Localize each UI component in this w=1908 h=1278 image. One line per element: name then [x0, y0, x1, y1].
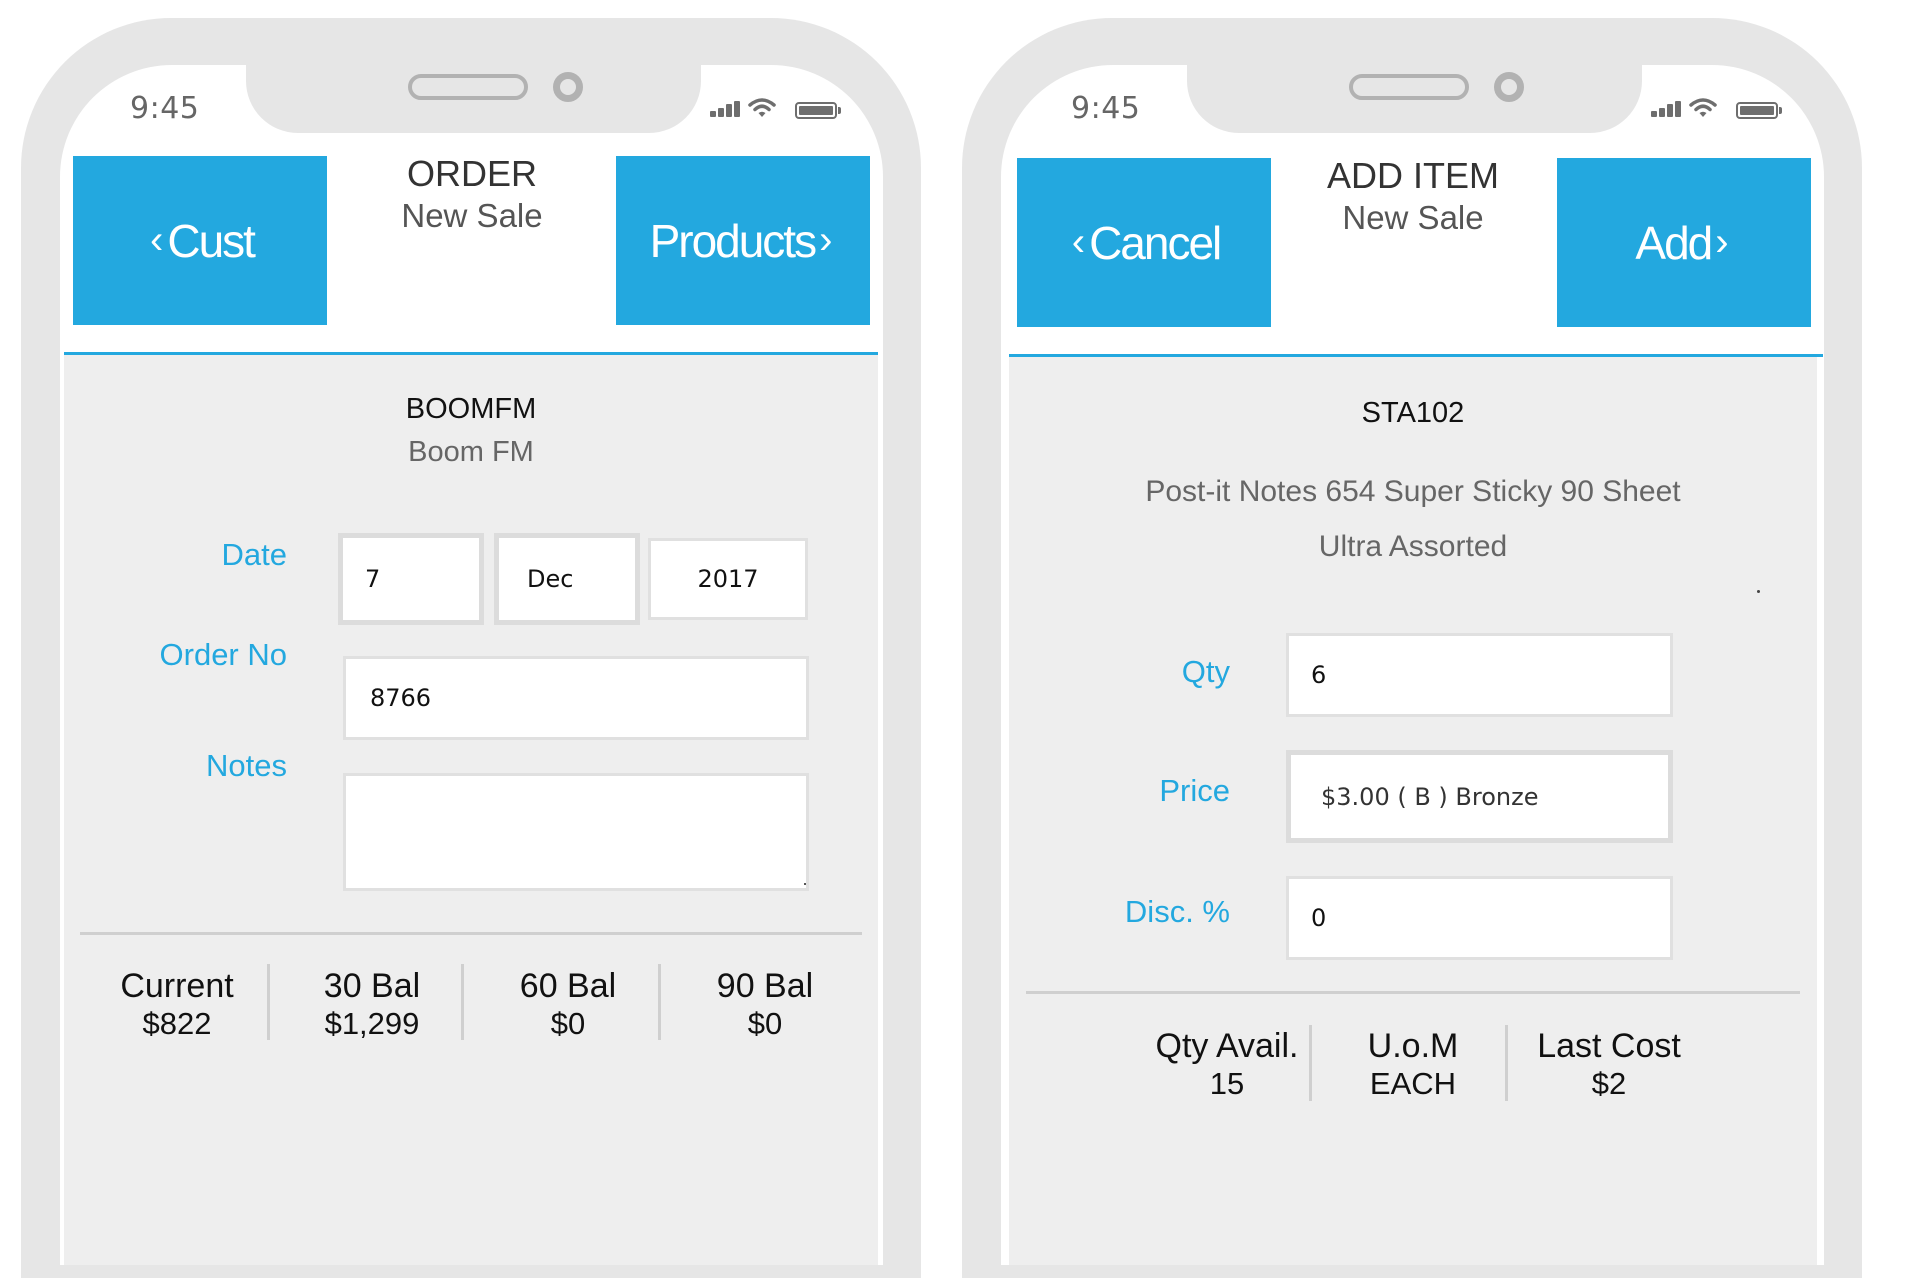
- balance-label: Current: [120, 967, 234, 1005]
- wifi-icon: [1689, 98, 1717, 117]
- date-label: Date: [221, 537, 287, 572]
- status-icons: [708, 98, 848, 119]
- date-month-select[interactable]: Dec: [494, 533, 640, 625]
- balance-value: $0: [550, 1006, 586, 1041]
- customer-name: Boom FM: [408, 436, 534, 468]
- chevron-left-icon: ‹: [1071, 220, 1086, 264]
- page-subtitle: New Sale: [401, 197, 543, 234]
- balance-value: $822: [142, 1006, 212, 1041]
- order-no-label: Order No: [159, 637, 287, 672]
- stat-last-cost: Last Cost $2: [1524, 1027, 1694, 1103]
- date-year-input[interactable]: 2017: [648, 538, 808, 620]
- speaker-icon: [1349, 74, 1469, 100]
- balance-label: 30 Bal: [323, 967, 421, 1005]
- phone-order: 9:45 ‹ Cust ORDER New Sale Products › BO…: [0, 0, 941, 1278]
- phone-add-item: 9:45 ‹ Cancel ADD ITEM New Sale Add › ST…: [941, 0, 1882, 1278]
- page-title: ORDER: [406, 153, 537, 194]
- stat-value: $2: [1591, 1066, 1627, 1101]
- balance-90: 90 Bal $0: [705, 967, 825, 1043]
- stat-separator: [658, 964, 661, 1040]
- notes-textarea[interactable]: [343, 773, 809, 891]
- chevron-right-icon: ›: [1715, 220, 1729, 264]
- chevron-left-icon: ‹: [150, 218, 164, 262]
- price-select[interactable]: $3.00 ( B ) Bronze: [1286, 750, 1673, 843]
- stat-qty-avail: Qty Avail. 15: [1147, 1027, 1307, 1103]
- chevron-right-icon: ›: [819, 218, 833, 262]
- page-subtitle: New Sale: [1342, 199, 1484, 236]
- balances-divider: [80, 932, 862, 935]
- stat-value: 15: [1209, 1066, 1245, 1101]
- camera-icon: [1494, 72, 1524, 102]
- battery-icon: [1736, 102, 1782, 119]
- products-button[interactable]: Products ›: [616, 156, 870, 325]
- back-to-customer-button[interactable]: ‹ Cust: [73, 156, 327, 325]
- order-content: BOOMFM Boom FM Date 7 Dec 2017 Order No …: [64, 355, 878, 1265]
- phone-screen: 9:45 ‹ Cancel ADD ITEM New Sale Add › ST…: [1001, 65, 1824, 1265]
- balance-60: 60 Bal $0: [508, 967, 628, 1043]
- header-title: ADD ITEM New Sale: [1268, 155, 1558, 239]
- stat-label: U.o.M: [1367, 1027, 1459, 1065]
- camera-icon: [553, 72, 583, 102]
- battery-icon: [795, 102, 841, 119]
- add-button-label: Add: [1635, 216, 1713, 269]
- balance-label: 90 Bal: [716, 967, 814, 1005]
- wifi-icon: [748, 98, 776, 117]
- cancel-button-label: Cancel: [1089, 216, 1222, 269]
- back-button-label: Cust: [167, 214, 256, 267]
- date-day-select[interactable]: 7: [338, 533, 484, 625]
- stray-dot: [1757, 590, 1760, 593]
- header-title: ORDER New Sale: [327, 153, 617, 237]
- balance-label: 60 Bal: [519, 967, 617, 1005]
- product-code: STA102: [1361, 397, 1465, 429]
- notes-label: Notes: [206, 748, 287, 783]
- add-button[interactable]: Add ›: [1557, 158, 1811, 327]
- balance-value: $1,299: [324, 1006, 420, 1041]
- phone-screen: 9:45 ‹ Cust ORDER New Sale Products › BO…: [60, 65, 883, 1265]
- product-description-line2: Ultra Assorted: [1318, 530, 1508, 563]
- cancel-button[interactable]: ‹ Cancel: [1017, 158, 1271, 327]
- qty-input[interactable]: 6: [1286, 633, 1673, 717]
- qty-label: Qty: [1181, 654, 1230, 689]
- status-time: 9:45: [1071, 91, 1141, 126]
- disc-label: Disc. %: [1124, 894, 1230, 929]
- price-label: Price: [1159, 773, 1230, 808]
- product-description-line1: Post-it Notes 654 Super Sticky 90 Sheet: [1145, 475, 1681, 508]
- stat-label: Qty Avail.: [1155, 1027, 1299, 1065]
- stat-separator: [267, 964, 270, 1040]
- add-item-content: STA102 Post-it Notes 654 Super Sticky 90…: [1009, 357, 1817, 1265]
- balance-current: Current $822: [117, 967, 237, 1043]
- textarea-resize-handle[interactable]: [804, 883, 806, 885]
- disc-input[interactable]: 0: [1286, 876, 1673, 960]
- customer-code: BOOMFM: [405, 393, 537, 425]
- signal-icon: [1651, 101, 1683, 117]
- stats-divider: [1026, 991, 1800, 994]
- stat-separator: [461, 964, 464, 1040]
- status-time: 9:45: [130, 91, 200, 126]
- status-icons: [1649, 98, 1789, 119]
- speaker-icon: [408, 74, 528, 100]
- balance-value: $0: [747, 1006, 783, 1041]
- signal-icon: [710, 101, 742, 117]
- order-no-input[interactable]: 8766: [343, 656, 809, 740]
- balance-30: 30 Bal $1,299: [312, 967, 432, 1043]
- stat-uom: U.o.M EACH: [1343, 1027, 1483, 1103]
- stat-separator: [1505, 1025, 1508, 1101]
- stat-label: Last Cost: [1537, 1027, 1681, 1065]
- page-title: ADD ITEM: [1326, 155, 1499, 196]
- stat-separator: [1309, 1025, 1312, 1101]
- stat-value: EACH: [1369, 1066, 1457, 1101]
- products-button-label: Products: [649, 214, 818, 267]
